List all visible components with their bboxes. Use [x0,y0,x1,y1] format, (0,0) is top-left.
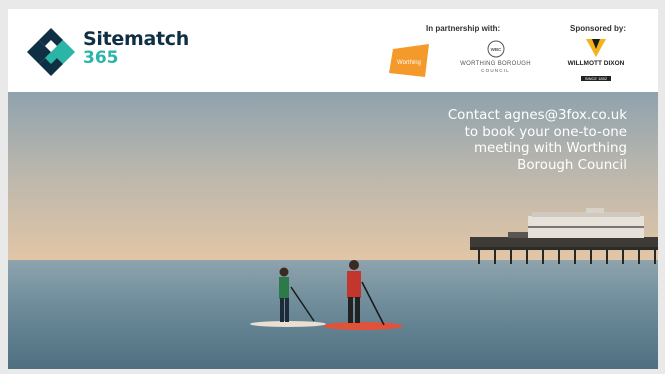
council-seal-text: WBC [490,47,501,52]
cta-line-3: meeting with Worthing [474,141,627,156]
sitematch-logo-icon [27,28,75,76]
brand-name: Sitematch [83,28,189,50]
sponsor-name: WILLMOTT DIXON [567,60,625,67]
partnership-heading: In partnership with: [426,24,501,33]
cta-line-1: Contact agnes@3fox.co.uk [447,108,627,123]
cta-line-4: Borough Council [517,157,627,173]
sponsor-tagline: SINCE 1852 [580,76,612,81]
worthing-logo-icon: Worthing [389,44,429,77]
brand-wordmark: Sitematch 365 [83,30,189,67]
council-name: WORTHING BOROUGH [460,61,531,67]
council-seal-icon: WBC [487,40,504,58]
willmott-dixon-mark-icon [586,39,606,57]
worthing-badge-text: Worthing [397,60,421,66]
contact-callout: Contact agnes@3fox.co.uk to book your on… [367,108,627,174]
cta-line-2: to book your one-to-one [464,124,627,140]
header-bar: Sitematch 365 In partnership with: Spons… [8,9,658,92]
banner: Sitematch 365 In partnership with: Spons… [8,9,658,369]
willmott-dixon-logo: WILLMOTT DIXON SINCE 1852 [561,39,631,83]
brand-number: 365 [83,48,119,68]
council-sub: COUNCIL [481,68,510,73]
worthing-borough-council-logo: WBC WORTHING BOROUGH COUNCIL [448,40,543,80]
hero-photo: Contact agnes@3fox.co.uk to book your on… [8,92,658,369]
sponsor-heading: Sponsored by: [570,24,627,33]
